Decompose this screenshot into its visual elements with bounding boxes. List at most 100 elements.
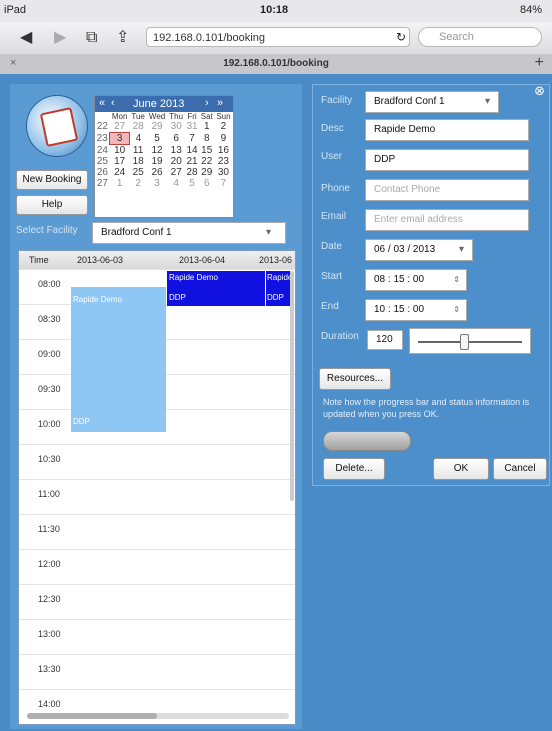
user-field[interactable]: DDP (365, 149, 529, 171)
duration-slider[interactable] (409, 328, 531, 354)
date-picker[interactable]: 06 / 03 / 2013 ▾ (365, 239, 473, 261)
ok-button[interactable]: OK (433, 458, 489, 480)
calendar-day[interactable]: 14 (185, 145, 199, 157)
calendar-day[interactable]: 22 (199, 156, 214, 167)
calendar-day[interactable]: 23 (214, 156, 232, 167)
calendar-day[interactable]: 27 (110, 121, 130, 133)
calendar-day[interactable]: 1 (110, 178, 130, 189)
help-button[interactable]: Help (16, 195, 88, 215)
calendar-day[interactable]: 17 (110, 156, 130, 167)
calendar-day[interactable]: 3 (147, 178, 168, 189)
next-year-icon[interactable]: » (217, 97, 223, 109)
reload-icon[interactable]: ↻ (396, 30, 406, 44)
time-slot[interactable]: 13:00 (19, 619, 295, 655)
booking-event[interactable]: Rapide Demo DDP (71, 287, 166, 432)
time-slot[interactable]: 12:00 (19, 549, 295, 585)
calendar-day[interactable]: 15 (199, 145, 214, 157)
vertical-scrollbar[interactable] (290, 271, 294, 501)
calendar-day[interactable]: 12 (147, 145, 168, 157)
calendar-day[interactable]: 6 (167, 133, 185, 145)
calendar-day[interactable]: 7 (214, 178, 232, 189)
time-label: 11:00 (38, 489, 60, 499)
calendar-day[interactable]: 7 (185, 133, 199, 145)
calendar-day[interactable]: 6 (199, 178, 214, 189)
forward-icon[interactable]: ▶ (54, 28, 66, 48)
resources-button[interactable]: Resources... (319, 368, 391, 390)
stepper-icon[interactable]: ⇕ (453, 270, 460, 290)
close-icon[interactable]: ⊗ (534, 83, 545, 99)
calendar-day[interactable]: 4 (130, 133, 147, 145)
cancel-button[interactable]: Cancel (493, 458, 547, 480)
calendar-day[interactable]: 31 (185, 121, 199, 133)
calendar-day[interactable]: 10 (110, 145, 130, 156)
facility-dropdown[interactable]: Bradford Conf 1 ▾ (365, 91, 499, 113)
calendar-day[interactable]: 28 (185, 167, 199, 178)
note-text: Note how the progress bar and status inf… (323, 397, 530, 419)
calendar-day[interactable]: 18 (130, 156, 147, 167)
calendar-day[interactable]: 2 (130, 178, 147, 189)
calendar-day[interactable]: 19 (147, 156, 168, 167)
booking-event[interactable]: Rapide DDP (266, 271, 290, 306)
calendar-day[interactable]: 30 (167, 121, 185, 133)
calendar-day[interactable]: 9 (214, 133, 232, 145)
chevron-down-icon: ▾ (458, 244, 464, 255)
time-slot[interactable]: 10:30 (19, 444, 295, 480)
time-slot[interactable]: 11:30 (19, 514, 295, 550)
stepper-icon[interactable]: ⇕ (453, 300, 460, 320)
new-booking-button[interactable]: New Booking (16, 170, 88, 190)
email-field[interactable]: Enter email address (365, 209, 529, 231)
address-bar[interactable]: 192.168.0.101/booking (146, 27, 410, 47)
calendar-day[interactable]: 16 (214, 145, 232, 157)
facility-label: Facility (321, 95, 353, 106)
schedule-grid[interactable]: Time 2013-06-03 2013-06-04 2013-06 08:00… (18, 250, 296, 725)
prev-month-icon[interactable]: ‹ (111, 97, 115, 109)
week-number: 22 (96, 121, 108, 133)
horizontal-scrollbar[interactable] (27, 713, 289, 719)
duration-field[interactable]: 120 (367, 330, 403, 350)
search-input[interactable]: Search (418, 27, 542, 47)
calendar-day[interactable]: 13 (167, 145, 185, 157)
time-label: 14:00 (38, 699, 61, 709)
time-slot[interactable]: 13:30 (19, 654, 295, 690)
time-slot[interactable]: 14:00 (19, 689, 295, 725)
calendar-day[interactable]: 1 (199, 121, 214, 133)
desc-field[interactable]: Rapide Demo (365, 119, 529, 141)
phone-field[interactable]: Contact Phone (365, 179, 529, 201)
slider-thumb[interactable] (460, 334, 469, 350)
end-time-field[interactable]: 10 : 15 : 00 ⇕ (365, 299, 467, 321)
booking-event[interactable]: Rapide Demo DDP (167, 271, 265, 306)
time-slot[interactable]: 11:00 (19, 479, 295, 515)
calendar-day[interactable]: 27 (167, 167, 185, 178)
calendar-day[interactable]: 28 (130, 121, 147, 133)
calendar-day[interactable]: 24 (110, 167, 130, 178)
delete-button[interactable]: Delete... (323, 458, 385, 480)
calendar-day[interactable]: 30 (214, 167, 232, 178)
next-month-icon[interactable]: › (205, 97, 209, 109)
share-icon[interactable]: ⇪ (116, 28, 129, 48)
calendar-day[interactable]: 20 (167, 156, 185, 167)
facility-select[interactable]: Bradford Conf 1 ▾ (92, 222, 286, 244)
time-slot[interactable]: 12:30 (19, 584, 295, 620)
calendar-day[interactable]: 5 (147, 133, 168, 145)
calendar-day[interactable]: 8 (199, 133, 214, 145)
phone-label: Phone (321, 183, 350, 194)
calendar-day[interactable]: 4 (167, 178, 185, 189)
tab-title[interactable]: 192.168.0.101/booking (0, 58, 552, 69)
prev-year-icon[interactable]: « (99, 97, 105, 109)
calendar-day[interactable]: 29 (147, 121, 168, 133)
back-icon[interactable]: ◀ (20, 28, 32, 48)
start-time-field[interactable]: 08 : 15 : 00 ⇕ (365, 269, 467, 291)
horizontal-scrollbar-thumb[interactable] (27, 713, 157, 719)
calendar-day[interactable]: 25 (130, 167, 147, 178)
bookmarks-icon[interactable]: ⧉ (86, 28, 97, 48)
calendar-day[interactable]: 21 (185, 156, 199, 167)
calendar-day[interactable]: 2 (214, 121, 232, 133)
calendar-day[interactable]: 29 (199, 167, 214, 178)
calendar-day[interactable]: 26 (147, 167, 168, 178)
device-label: iPad (4, 4, 27, 16)
new-tab-icon[interactable]: + (535, 54, 544, 72)
calendar-day[interactable]: 11 (130, 145, 147, 157)
calendar-day[interactable]: 5 (185, 178, 199, 189)
calendar-day[interactable]: 3 (109, 132, 131, 145)
calendar-logo-icon (39, 107, 79, 147)
